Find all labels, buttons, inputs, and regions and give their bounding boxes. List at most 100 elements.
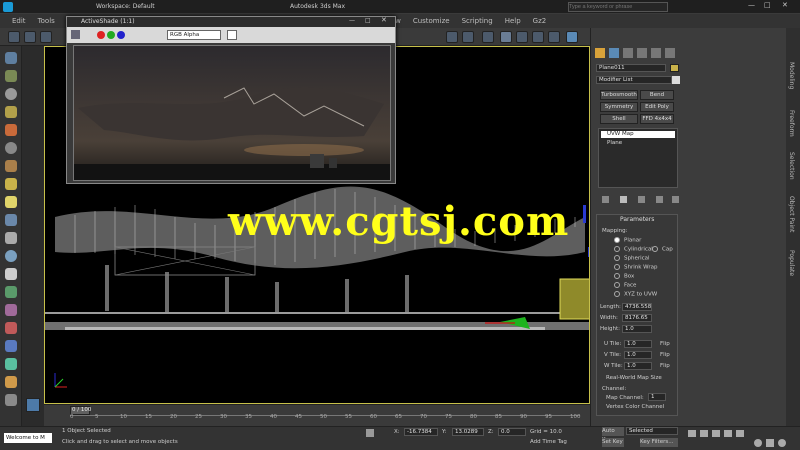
torus-icon[interactable] — [5, 142, 17, 154]
plane-icon[interactable] — [5, 178, 17, 190]
object-color-swatch[interactable] — [670, 64, 679, 72]
box-icon[interactable] — [5, 124, 17, 136]
material-editor-icon[interactable] — [516, 31, 528, 43]
lock-selection-icon[interactable] — [366, 429, 374, 437]
key-filters-button[interactable]: Key Filters... — [640, 438, 678, 447]
systems-icon[interactable] — [5, 376, 17, 388]
modifier-button-turbosmooth[interactable]: Turbosmooth — [600, 90, 638, 100]
modifier-button-symmetry[interactable]: Symmetry — [600, 102, 638, 112]
y-coordinate[interactable]: 13.0289 — [452, 428, 484, 436]
parameters-title[interactable]: Parameters — [620, 216, 654, 223]
sphere-icon[interactable] — [5, 88, 17, 100]
mapping-planar[interactable]: Planar — [614, 237, 641, 244]
pin-icon[interactable] — [5, 394, 17, 406]
save-image-icon[interactable] — [71, 30, 80, 39]
spacewarp-icon[interactable] — [5, 358, 17, 370]
vertex-color-radio[interactable]: Vertex Color Channel — [606, 404, 664, 410]
vtile-input[interactable]: 1.0 — [624, 351, 652, 359]
close-icon[interactable]: ✕ — [782, 1, 788, 9]
blue-channel-icon[interactable] — [117, 31, 125, 39]
utile-input[interactable]: 1.0 — [624, 340, 652, 348]
mapping-shrink-wrap[interactable]: Shrink Wrap — [614, 264, 658, 271]
menu-item-gz2[interactable]: Gz2 — [533, 14, 547, 28]
ribbon-modeling-tab[interactable]: Modeling — [788, 62, 795, 89]
ribbon-populate-tab[interactable]: Populate — [788, 250, 795, 276]
map-channel-radio[interactable]: Map Channel: — [606, 395, 644, 401]
ribbon-object-paint-tab[interactable]: Object Paint — [788, 196, 795, 232]
stack-item-plane[interactable]: Plane — [607, 140, 622, 146]
map-channel-input[interactable]: 1 — [648, 393, 666, 401]
wrench-icon[interactable] — [5, 70, 17, 82]
hedra-icon[interactable] — [5, 304, 17, 316]
light-icon[interactable] — [5, 196, 17, 208]
activeshade-titlebar[interactable]: ActiveShade (1:1) — □ ✕ — [67, 16, 395, 27]
orbit-icon[interactable] — [778, 439, 786, 447]
undo-icon[interactable] — [8, 31, 20, 43]
ribbon-freeform-tab[interactable]: Freeform — [788, 110, 795, 137]
link-icon[interactable] — [40, 31, 52, 43]
mirror-icon[interactable] — [446, 31, 458, 43]
menu-item-edit[interactable]: Edit — [12, 14, 26, 28]
goto-start-icon[interactable] — [688, 430, 696, 437]
green-channel-icon[interactable] — [107, 31, 115, 39]
goto-end-icon[interactable] — [736, 430, 744, 437]
channel-select[interactable]: RGB Alpha — [167, 30, 221, 40]
ribbon-selection-tab[interactable]: Selection — [788, 152, 795, 180]
real-world-checkbox[interactable]: Real-World Map Size — [606, 375, 662, 381]
workspace-label[interactable]: Workspace: Default — [96, 3, 155, 10]
zoom-icon[interactable] — [754, 439, 762, 447]
render-icon[interactable] — [566, 31, 578, 43]
maximize-icon[interactable]: □ — [764, 1, 771, 9]
layer-icon[interactable] — [482, 31, 494, 43]
spline-icon[interactable] — [5, 322, 17, 334]
swatch-icon[interactable] — [227, 30, 237, 40]
remove-modifier-icon[interactable] — [656, 196, 663, 203]
modifier-button-edit-poly[interactable]: Edit Poly — [640, 102, 674, 112]
menu-item-customize[interactable]: Customize — [413, 14, 450, 28]
set-key-button[interactable]: Set Key — [602, 438, 624, 447]
activeshade-window[interactable]: ActiveShade (1:1) — □ ✕ RGB Alpha — [66, 16, 396, 184]
stack-item-uvw-map[interactable]: UVW Map — [601, 131, 675, 138]
object-name-field[interactable]: Plane011 — [596, 64, 666, 72]
cylinder-icon[interactable] — [5, 106, 17, 118]
length-input[interactable]: 4736.558 — [622, 303, 652, 311]
render-setup-icon[interactable] — [532, 31, 544, 43]
activeshade-close-icon[interactable]: ✕ — [381, 16, 387, 24]
prev-frame-icon[interactable] — [700, 430, 708, 437]
viewport-layout-button[interactable] — [26, 398, 40, 412]
modifier-button-bend[interactable]: Bend — [640, 90, 674, 100]
height-input[interactable]: 1.0 — [622, 325, 652, 333]
mapping-box[interactable]: Box — [614, 273, 634, 280]
motion-tab-icon[interactable] — [637, 48, 647, 58]
pin-stack-icon[interactable] — [602, 196, 609, 203]
wflip-label[interactable]: Flip — [660, 363, 670, 369]
menu-item-tools[interactable]: Tools — [38, 14, 55, 28]
mapping-cap[interactable]: Cap — [652, 246, 673, 253]
redo-icon[interactable] — [24, 31, 36, 43]
mapping-cylindrical[interactable]: Cylindrical — [614, 246, 653, 253]
display-tab-icon[interactable] — [651, 48, 661, 58]
teapot-icon[interactable] — [5, 232, 17, 244]
tube-icon[interactable] — [5, 286, 17, 298]
minimize-icon[interactable]: — — [748, 1, 755, 9]
geosphere-icon[interactable] — [5, 250, 17, 262]
wtile-input[interactable]: 1.0 — [624, 362, 652, 370]
cone-icon[interactable] — [5, 160, 17, 172]
configure-sets-icon[interactable] — [672, 196, 679, 203]
create-tab-icon[interactable] — [595, 48, 605, 58]
hierarchy-tab-icon[interactable] — [623, 48, 633, 58]
mapping-spherical[interactable]: Spherical — [614, 255, 650, 262]
render-frame-icon[interactable] — [548, 31, 560, 43]
add-time-tag-button[interactable]: Add Time Tag — [530, 439, 567, 445]
pyramid-icon[interactable] — [5, 268, 17, 280]
modify-tab-icon[interactable] — [609, 48, 619, 58]
maxscript-listener[interactable]: Welcome to M — [4, 433, 52, 443]
play-icon[interactable] — [712, 430, 720, 437]
align-icon[interactable] — [462, 31, 474, 43]
mapping-face[interactable]: Face — [614, 282, 636, 289]
utilities-tab-icon[interactable] — [665, 48, 675, 58]
x-coordinate[interactable]: -16.7384 — [404, 428, 438, 436]
graph-icon[interactable] — [500, 31, 512, 43]
menu-item-help[interactable]: Help — [505, 14, 521, 28]
width-input[interactable]: 8176.65 — [622, 314, 652, 322]
